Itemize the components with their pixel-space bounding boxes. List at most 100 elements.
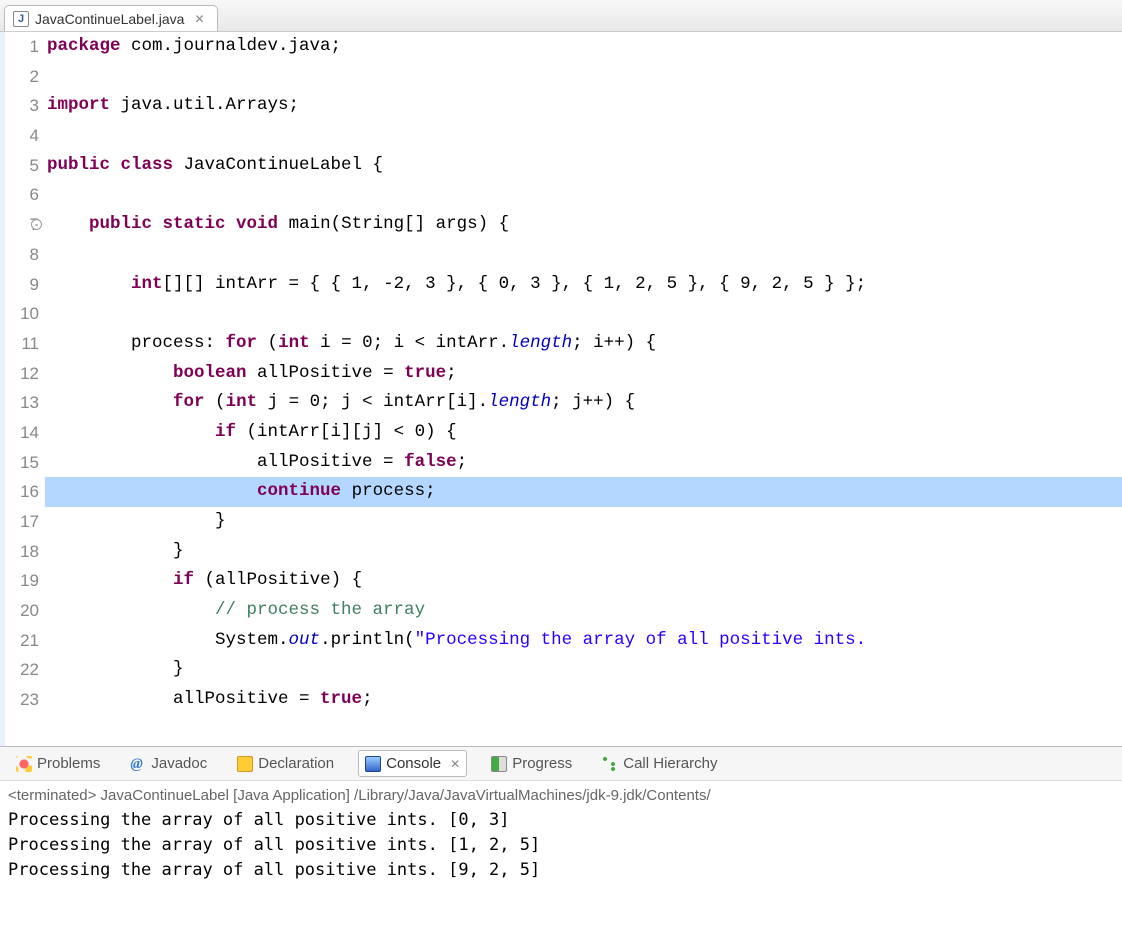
tab-filename: JavaContinueLabel.java [35, 11, 184, 27]
code-token: } [47, 541, 184, 561]
editor-tab[interactable]: J JavaContinueLabel.java ✕ [4, 5, 218, 31]
code-token: System. [47, 630, 289, 650]
code-line[interactable]: // process the array [45, 596, 1122, 626]
code-token: com.journaldev.java; [131, 36, 341, 56]
code-token: ; i++) { [572, 333, 656, 353]
code-token [47, 570, 173, 590]
line-number: 22 [5, 655, 39, 685]
declaration-icon [237, 756, 253, 772]
code-line[interactable]: System.out.println("Processing the array… [45, 626, 1122, 656]
console-icon [365, 756, 381, 772]
code-token: boolean [173, 363, 257, 383]
code-token [47, 422, 215, 442]
line-number: 18 [5, 537, 39, 567]
code-token: java.util.Arrays; [121, 95, 300, 115]
view-call-hierarchy[interactable]: Call Hierarchy [596, 751, 723, 776]
line-number: 16 [5, 477, 39, 507]
code-token: package [47, 36, 131, 56]
code-line[interactable]: public static void main(String[] args) { [45, 210, 1122, 240]
code-token [47, 392, 173, 412]
console-line: Processing the array of all positive int… [8, 833, 1114, 858]
view-label: Call Hierarchy [623, 755, 717, 772]
code-line[interactable]: int[][] intArr = { { 1, -2, 3 }, { 0, 3 … [45, 270, 1122, 300]
code-token: // process the array [215, 600, 425, 620]
code-line[interactable] [45, 299, 1122, 329]
close-icon[interactable]: ✕ [194, 12, 204, 26]
code-token: import [47, 95, 121, 115]
code-token: (allPositive) { [205, 570, 363, 590]
view-progress[interactable]: Progress [485, 751, 578, 776]
code-token [47, 481, 257, 501]
code-token: public class [47, 155, 184, 175]
call-hierarchy-icon [602, 756, 618, 772]
line-number: 4 [5, 121, 39, 151]
code-token: ; [446, 363, 457, 383]
line-number: 17 [5, 507, 39, 537]
code-line[interactable]: if (allPositive) { [45, 566, 1122, 596]
code-line[interactable]: } [45, 507, 1122, 537]
code-token: allPositive = [47, 452, 404, 472]
code-token: out [289, 630, 321, 650]
code-line[interactable]: allPositive = false; [45, 448, 1122, 478]
console-info-line: <terminated> JavaContinueLabel [Java App… [0, 780, 1122, 806]
view-problems[interactable]: Problems [10, 751, 106, 776]
code-line[interactable]: process: for (int i = 0; i < intArr.leng… [45, 329, 1122, 359]
code-line[interactable] [45, 180, 1122, 210]
fold-toggle-icon[interactable]: - [31, 219, 42, 230]
code-token: JavaContinueLabel { [184, 155, 384, 175]
code-line[interactable]: if (intArr[i][j] < 0) { [45, 418, 1122, 448]
code-line[interactable]: allPositive = true; [45, 685, 1122, 715]
code-token: (intArr[i][j] < 0) { [247, 422, 457, 442]
code-token: length [488, 392, 551, 412]
close-icon[interactable]: ✕ [450, 757, 460, 771]
code-token: ; j++) { [551, 392, 635, 412]
code-token: } [47, 659, 184, 679]
code-token [47, 214, 89, 234]
code-line[interactable]: boolean allPositive = true; [45, 359, 1122, 389]
line-number: 9 [5, 270, 39, 300]
code-editor[interactable]: 1234567-891011121314151617181920212223 p… [0, 32, 1122, 746]
code-line[interactable] [45, 62, 1122, 92]
console-output[interactable]: Processing the array of all positive int… [0, 806, 1122, 885]
code-line[interactable]: continue process; [45, 477, 1122, 507]
code-line[interactable]: public class JavaContinueLabel { [45, 151, 1122, 181]
code-line[interactable]: } [45, 655, 1122, 685]
line-number: 20 [5, 596, 39, 626]
view-label: Console [386, 755, 441, 772]
view-javadoc[interactable]: @ Javadoc [124, 751, 213, 776]
code-line[interactable] [45, 240, 1122, 270]
code-line[interactable] [45, 121, 1122, 151]
view-label: Progress [512, 755, 572, 772]
view-console[interactable]: Console ✕ [358, 750, 467, 777]
code-line[interactable]: package com.journaldev.java; [45, 32, 1122, 62]
view-declaration[interactable]: Declaration [231, 751, 340, 776]
code-token: true [404, 363, 446, 383]
line-number: 10 [5, 299, 39, 329]
code-token: main(String[] args) { [289, 214, 510, 234]
code-line[interactable]: import java.util.Arrays; [45, 91, 1122, 121]
line-number: 14 [5, 418, 39, 448]
code-token: public static void [89, 214, 289, 234]
code-line[interactable]: } [45, 537, 1122, 567]
code-token: process; [352, 481, 436, 501]
code-token: j = 0; j < intArr[i]. [268, 392, 489, 412]
code-token: .println( [320, 630, 415, 650]
progress-icon [491, 756, 507, 772]
code-line[interactable]: for (int j = 0; j < intArr[i].length; j+… [45, 388, 1122, 418]
code-area[interactable]: package com.journaldev.java; import java.… [45, 32, 1122, 746]
editor-tab-bar: J JavaContinueLabel.java ✕ [0, 0, 1122, 32]
code-token: ; [362, 689, 373, 709]
console-line: Processing the array of all positive int… [8, 808, 1114, 833]
code-token: allPositive = [47, 689, 320, 709]
views-tab-bar: Problems @ Javadoc Declaration Console ✕… [0, 746, 1122, 780]
code-token: false [404, 452, 457, 472]
code-token [47, 274, 131, 294]
code-token: int [131, 274, 163, 294]
code-token: process: [47, 333, 226, 353]
code-token: for [173, 392, 215, 412]
line-number: 15 [5, 448, 39, 478]
code-token [47, 600, 215, 620]
line-number: 3 [5, 91, 39, 121]
problems-icon [16, 756, 32, 772]
line-number: 11 [5, 329, 39, 359]
